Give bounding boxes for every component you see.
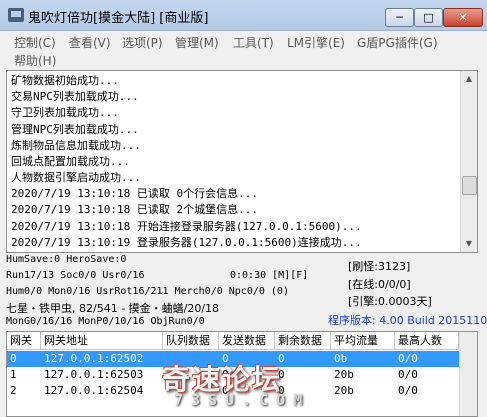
window-title: 鬼吹灯倍功[摸金大陆] [商业版]	[28, 11, 209, 26]
status-run: Run17/13 Soc0/0 Usr0/16	[6, 270, 145, 281]
log-line: 人物数据引擎启动成功...	[11, 171, 141, 184]
scroll-thumb[interactable]	[462, 176, 477, 195]
log-scrollbar[interactable]: ▲ ▼	[460, 71, 477, 252]
menu-control[interactable]: 控制(C)	[14, 34, 56, 51]
column-header-queue[interactable]: 队列数据	[163, 332, 219, 350]
cell-avg-traffic: 20b	[334, 384, 354, 397]
title-bar: 鬼吹灯倍功[摸金大陆] [商业版] ─ □ ✕	[0, 0, 487, 31]
app-icon	[8, 8, 24, 22]
minimize-button[interactable]: ─	[385, 8, 414, 27]
menu-gdun-plugin[interactable]: G盾PG插件(G)	[357, 34, 438, 51]
log-line: 2020/7/19 13:10:18 已读取 0个行会信息...	[11, 187, 258, 200]
log-line: 2020/7/19 13:10:18 开始连接登录服务器(127.0.0.1:5…	[11, 220, 362, 233]
log-line: 2020/7/19 13:10:19 登录服务器(127.0.0.1:5600)…	[11, 236, 362, 249]
status-runtime: 0:0:30 [M][F]	[230, 270, 309, 281]
log-line: 炼制物品信息加载成功...	[11, 139, 141, 152]
cell-gateway: 2	[10, 384, 17, 397]
log-panel[interactable]: 矿物数据初始成功... 交易NPC列表加载成功... 守卫列表加载成功... 管…	[6, 70, 478, 253]
cell-gateway: 1	[10, 368, 17, 381]
refresh-monster-count: [刷怪:3123]	[348, 260, 411, 273]
menu-help[interactable]: 帮助(H)	[14, 52, 56, 69]
cell-address: 127.0.0.1:62503	[44, 368, 144, 381]
scroll-down-icon[interactable]: ▼	[461, 236, 477, 252]
menu-tools[interactable]: 工具(T)	[233, 34, 274, 51]
cell-address: 127.0.0.1:62502	[44, 352, 144, 365]
online-count: [在线:0/0/0]	[348, 278, 411, 291]
watermark-logo: 奇速论坛 73SU.COM	[152, 358, 332, 414]
status-map: 七星・铁甲虫, 82/541 - 摸金・蛐蟮/20/18	[6, 302, 220, 315]
column-header-avg-traffic[interactable]: 平均流量	[331, 332, 395, 350]
column-header-max-users[interactable]: 最高人数	[395, 332, 459, 350]
menu-manage[interactable]: 管理(M)	[175, 34, 219, 51]
watermark-url: 73SU.COM	[174, 391, 311, 409]
log-line: 矿物数据初始成功...	[11, 74, 119, 87]
close-button[interactable]: ✕	[443, 8, 483, 27]
cell-max-users: 0/0	[398, 384, 418, 397]
column-header-address[interactable]: 网关地址	[41, 332, 163, 350]
column-header-remaining[interactable]: 剩余数据	[275, 332, 331, 350]
engine-time: [引擎:0.0003天]	[348, 295, 432, 308]
menu-view[interactable]: 查看(V)	[69, 34, 111, 51]
status-hum: Hum0/0 Mon0/16 UsrRot16/211 Merch0/0 Npc…	[6, 286, 289, 297]
status-mong: MonG0/16/16 MonP0/10/16 ObjRun0/0	[6, 316, 205, 327]
menu-options[interactable]: 选项(P)	[122, 34, 163, 51]
menu-bar: 控制(C) 查看(V) 选项(P) 管理(M) 工具(T) LM引擎(E) G盾…	[0, 31, 487, 69]
menu-lm-engine[interactable]: LM引擎(E)	[287, 34, 345, 51]
log-line: 回城点配置加载成功...	[11, 155, 130, 168]
scroll-up-icon[interactable]: ▲	[461, 71, 477, 87]
cell-gateway: 0	[10, 352, 17, 365]
log-line: 交易NPC列表加载成功...	[11, 90, 139, 103]
program-version: 程序版本: 4.00 Build 20151104	[328, 314, 487, 327]
column-header-sent[interactable]: 发送数据	[219, 332, 275, 350]
status-humsave: HumSave:0 HeroSave:0	[6, 254, 127, 265]
log-line: 2020/7/19 13:10:18 已读取 2个城堡信息...	[11, 203, 258, 216]
table-scrollbar[interactable]	[459, 332, 477, 416]
cell-address: 127.0.0.1:62504	[44, 384, 144, 397]
log-line: 管理NPC列表加载成功...	[11, 123, 139, 136]
log-line: 守卫列表加载成功...	[11, 106, 119, 119]
cell-max-users: 0/0	[398, 352, 418, 365]
cell-avg-traffic: 20b	[334, 368, 354, 381]
cell-avg-traffic: 0b	[334, 352, 348, 365]
cell-max-users: 0/0	[398, 368, 418, 381]
column-header-gateway[interactable]: 网关	[7, 332, 41, 350]
maximize-button[interactable]: □	[414, 8, 443, 27]
